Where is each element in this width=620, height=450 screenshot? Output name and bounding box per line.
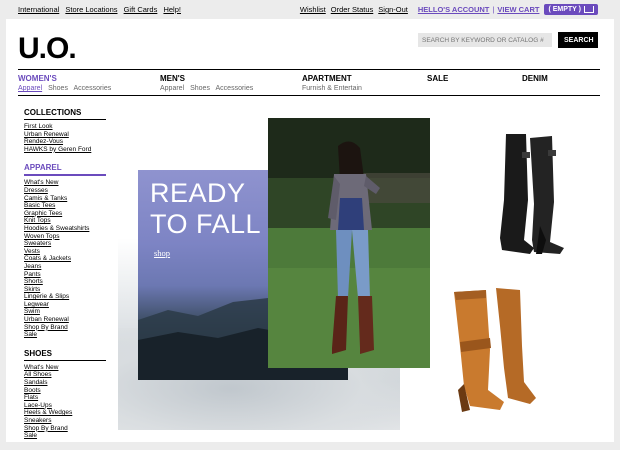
shoes-category-link[interactable]: Sneakers [24, 417, 106, 425]
shoes-title[interactable]: SHOES [24, 349, 106, 361]
nav-mens-subs: Apparel Shoes Accessories [160, 85, 257, 92]
apparel-category-link[interactable]: Woven Tops [24, 233, 106, 241]
nav-womens-shoes[interactable]: Shoes [48, 85, 68, 92]
shoes-category-link[interactable]: Shop By Brand [24, 425, 106, 433]
apparel-category-link[interactable]: Skirts [24, 286, 106, 294]
nav-mens-apparel[interactable]: Apparel [160, 85, 184, 92]
hero-headline: READY TO FALL [150, 178, 261, 240]
shoes-category-link[interactable]: Boots [24, 387, 106, 395]
view-cart-link[interactable]: VIEW CART [497, 5, 539, 14]
apparel-category-link[interactable]: Urban Renewal [24, 316, 106, 324]
apparel-title[interactable]: APPAREL [24, 163, 106, 177]
cart-status-label: ( EMPTY ) [548, 6, 581, 13]
nav-womens-link[interactable]: WOMEN'S [18, 74, 115, 83]
logo[interactable]: U.O. [18, 32, 77, 66]
nav-apartment: APARTMENT Furnish & Entertain [302, 74, 366, 92]
shoes-category-link[interactable]: Sandals [24, 379, 106, 387]
apparel-category-link[interactable]: Legwear [24, 301, 106, 309]
store-locations-link[interactable]: Store Locations [65, 5, 117, 14]
model-illustration [268, 118, 430, 368]
collections-list: First Look Urban Renewal Rendez-Vous HAWKS … [24, 123, 106, 153]
nav-apartment-link[interactable]: APARTMENT [302, 74, 366, 83]
apparel-category-link[interactable]: Hoodies & Sweatshirts [24, 225, 106, 233]
apparel-category-link[interactable]: Shorts [24, 278, 106, 286]
apparel-category-link[interactable]: Knit Tops [24, 217, 106, 225]
utility-links: International Store Locations Gift Cards… [18, 5, 185, 14]
utility-bar: International Store Locations Gift Cards… [0, 0, 620, 19]
apparel-category-link[interactable]: Coats & Jackets [24, 255, 106, 263]
apparel-category-link[interactable]: What's New [24, 179, 106, 187]
collection-link[interactable]: Rendez-Vous [24, 138, 106, 146]
search-input[interactable] [418, 33, 552, 47]
gift-cards-link[interactable]: Gift Cards [124, 5, 158, 14]
nav-mens: MEN'S Apparel Shoes Accessories [160, 74, 257, 92]
apparel-category-link[interactable]: Lingerie & Slips [24, 293, 106, 301]
hero-headline-line-1: READY [150, 178, 246, 208]
wishlist-link[interactable]: Wishlist [300, 5, 326, 14]
shoes-section: SHOES What's New All Shoes Sandals Boots Fla… [24, 349, 106, 440]
apparel-category-link[interactable]: Dresses [24, 187, 106, 195]
hero-headline-line-2: TO FALL [150, 209, 262, 239]
nav-denim: DENIM [522, 74, 548, 83]
account-separator: | [492, 5, 495, 14]
collection-link[interactable]: First Look [24, 123, 106, 131]
account-link[interactable]: HELLO'S ACCOUNT [418, 5, 490, 14]
apparel-category-link[interactable]: Vests [24, 248, 106, 256]
nav-mens-shoes[interactable]: Shoes [190, 85, 210, 92]
cart-icon [584, 6, 594, 13]
apparel-category-link[interactable]: Basic Tees [24, 202, 106, 210]
help-link[interactable]: Help! [163, 5, 181, 14]
shoes-category-link[interactable]: Flats [24, 394, 106, 402]
nav-womens-accessories[interactable]: Accessories [74, 85, 112, 92]
nav-womens-subs: Apparel Shoes Accessories [18, 85, 115, 92]
sidebar: COLLECTIONS First Look Urban Renewal Rende… [24, 108, 106, 450]
apparel-category-link[interactable]: Sale [24, 331, 106, 339]
international-link[interactable]: International [18, 5, 59, 14]
shoes-category-link[interactable]: What's New [24, 364, 106, 372]
cart-status-button[interactable]: ( EMPTY ) [544, 4, 598, 15]
shoes-category-link[interactable]: Heels & Wedges [24, 409, 106, 417]
nav-sale-link[interactable]: SALE [427, 74, 448, 83]
nav-womens: WOMEN'S Apparel Shoes Accessories [18, 74, 115, 92]
apparel-category-link[interactable]: Swim [24, 308, 106, 316]
sign-out-link[interactable]: Sign-Out [378, 5, 408, 14]
apparel-category-link[interactable]: Shop By Brand [24, 324, 106, 332]
shoes-category-link[interactable]: All Shoes [24, 371, 106, 379]
nav-apartment-subs: Furnish & Entertain [302, 85, 366, 92]
apparel-category-link[interactable]: Graphic Tees [24, 210, 106, 218]
header-divider [18, 69, 600, 70]
nav-womens-apparel[interactable]: Apparel [18, 85, 42, 92]
apparel-category-link[interactable]: Pants [24, 271, 106, 279]
nav-mens-accessories[interactable]: Accessories [216, 85, 254, 92]
collections-title: COLLECTIONS [24, 108, 106, 120]
nav-sale: SALE [427, 74, 448, 83]
shoes-category-link[interactable]: Lace-Ups [24, 402, 106, 410]
apparel-category-link[interactable]: Camis & Tanks [24, 195, 106, 203]
hero-banner: READY TO FALL shop [118, 118, 600, 430]
nav-mens-link[interactable]: MEN'S [160, 74, 257, 83]
collection-link[interactable]: Urban Renewal [24, 131, 106, 139]
page: International Store Locations Gift Cards… [0, 0, 620, 442]
apparel-list: What's New Dresses Camis & Tanks Basic Tees… [24, 179, 106, 338]
apparel-section: APPAREL What's New Dresses Camis & Tanks Ba… [24, 163, 106, 338]
main-nav: WOMEN'S Apparel Shoes Accessories MEN'S … [18, 74, 600, 96]
collections-section: COLLECTIONS First Look Urban Renewal Rende… [24, 108, 106, 153]
model-photo[interactable] [268, 118, 430, 368]
nav-denim-link[interactable]: DENIM [522, 74, 548, 83]
shoes-list: What's New All Shoes Sandals Boots Flats Lace… [24, 364, 106, 440]
collection-link[interactable]: HAWKS by Geren Ford [24, 146, 106, 154]
tan-boots-image[interactable] [450, 286, 536, 416]
shoes-category-link[interactable]: Sale [24, 432, 106, 440]
black-boots-image[interactable] [490, 130, 576, 258]
account-links: Wishlist Order Status Sign-Out HELLO'S A… [295, 4, 598, 15]
shop-link[interactable]: shop [154, 248, 170, 258]
apparel-category-link[interactable]: Sweaters [24, 240, 106, 248]
nav-apartment-furnish[interactable]: Furnish & Entertain [302, 85, 362, 92]
nav-divider [18, 95, 600, 96]
search-button[interactable]: SEARCH [558, 32, 598, 48]
order-status-link[interactable]: Order Status [331, 5, 374, 14]
apparel-category-link[interactable]: Jeans [24, 263, 106, 271]
